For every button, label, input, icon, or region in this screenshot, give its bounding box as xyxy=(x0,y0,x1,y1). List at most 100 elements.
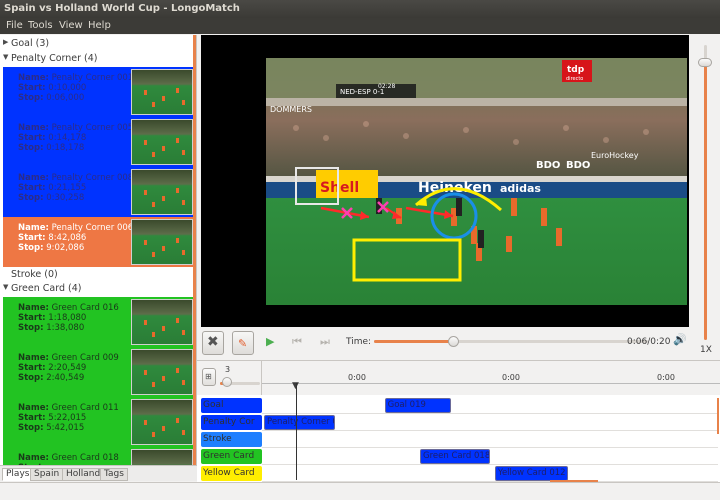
timeline-zoom-knob[interactable] xyxy=(222,377,232,387)
play-item[interactable]: Name: Penalty Corner 005 Start: 0:14,178 S… xyxy=(3,117,194,167)
playback-rate-knob[interactable] xyxy=(698,58,712,67)
play-item[interactable]: Name: Penalty Corner 006 Start: 8:42,086 S… xyxy=(3,217,194,267)
play-field-value: Penalty Corner 008 xyxy=(51,173,134,183)
menu-file[interactable]: File xyxy=(6,20,23,31)
play-details: Name: Green Card 018Start: Stop: xyxy=(18,453,119,465)
play-field-label: Stop: xyxy=(18,323,44,333)
tick-label: 0:00 xyxy=(348,373,366,382)
plays-tree[interactable]: ▶ Goal (3) ▼ Penalty Corner (4) Name: Pe… xyxy=(0,35,197,465)
timeline-playhead[interactable] xyxy=(296,383,297,480)
timeline-event[interactable]: Yellow Card 012 xyxy=(494,466,568,481)
expander-expanded-icon[interactable]: ▼ xyxy=(3,53,8,61)
play-field: Name: Green Card 011 xyxy=(18,403,119,413)
play-field-label: Stop: xyxy=(18,373,44,383)
svg-text:DOMMERS: DOMMERS xyxy=(270,105,312,114)
category-row-green-card[interactable]: ▼ Green Card (4) xyxy=(0,282,195,297)
timeline-category-label[interactable]: Goal xyxy=(201,398,262,413)
playlist-scroll-indicator[interactable] xyxy=(193,35,196,465)
fit-timeline-button[interactable]: ⊞ xyxy=(202,368,216,386)
play-details: Name: Penalty Corner 006 Start: 8:42,086 S… xyxy=(18,223,133,253)
play-field: Start: 8:42,086 xyxy=(18,233,133,243)
play-thumbnail xyxy=(131,69,193,115)
play-field-value: 1:38,080 xyxy=(46,323,85,333)
close-button[interactable]: ✖ xyxy=(202,331,224,355)
menu-tools[interactable]: Tools xyxy=(28,20,53,31)
play-field-label: Stop: xyxy=(18,243,44,253)
menu-help[interactable]: Help xyxy=(88,20,111,31)
play-item[interactable]: Name: Green Card 009 Start: 2:20,549 Stop:… xyxy=(3,347,194,397)
play-item[interactable]: Name: Green Card 016 Start: 1:18,080 Stop:… xyxy=(3,297,194,347)
volume-icon[interactable]: 🔊 xyxy=(673,334,687,345)
drawing-tool-button[interactable]: ✎ xyxy=(232,331,254,355)
timeline-ruler[interactable] xyxy=(262,361,720,395)
svg-text:BDO: BDO xyxy=(536,160,560,171)
video-frame[interactable]: Heineken adidas BDO BDO EuroHockey DOMME… xyxy=(266,58,687,305)
tick-label: 0:00 xyxy=(657,373,675,382)
timeline-category-label[interactable]: Stroke xyxy=(201,432,262,447)
next-icon[interactable]: ⏭ xyxy=(320,336,330,347)
window-titlebar: Spain vs Holland World Cup - LongoMatch xyxy=(0,0,720,18)
play-field: Stop: 2:40,549 xyxy=(18,373,119,383)
timeline-category-label[interactable]: Penalty Cor xyxy=(201,415,262,430)
play-thumbnail xyxy=(131,169,193,215)
timeline-event[interactable]: Goal 019 xyxy=(384,398,452,413)
play-field: Start: 5:22,015 xyxy=(18,413,119,423)
play-field-value: 9:02,086 xyxy=(46,243,85,253)
app-window: Spain vs Holland World Cup - LongoMatch … xyxy=(0,0,720,500)
category-row-goal[interactable]: ▶ Goal (3) xyxy=(0,37,195,52)
time-label: Time: xyxy=(346,337,372,347)
status-bar xyxy=(0,482,720,500)
tab-spain[interactable]: Spain xyxy=(30,468,64,481)
timeline-event[interactable]: Penalty Corner 006 xyxy=(264,415,335,430)
timeline-scroll-indicator[interactable] xyxy=(717,398,719,434)
play-field-value: 0:30,258 xyxy=(46,193,85,203)
menu-view[interactable]: View xyxy=(59,20,83,31)
tab-holland[interactable]: Holland xyxy=(62,468,105,481)
play-field-label: Name: xyxy=(18,353,49,363)
playback-rate-fill xyxy=(704,63,707,340)
play-field-label: Start: xyxy=(18,83,46,93)
play-field: Name: Green Card 009 xyxy=(18,353,119,363)
timeline-track[interactable] xyxy=(262,465,718,482)
play-field-value: 0:21,155 xyxy=(48,183,87,193)
play-field-label: Start: xyxy=(18,363,46,373)
seek-bar-fill xyxy=(374,340,453,343)
play-item[interactable]: Name: Penalty Corner 008 Start: 0:21,155 S… xyxy=(3,167,194,217)
tab-plays[interactable]: Plays xyxy=(2,468,34,481)
play-item[interactable]: Name: Green Card 011 Start: 5:22,015 Stop:… xyxy=(3,397,194,447)
category-label: Penalty Corner (4) xyxy=(11,53,98,64)
category-row-penalty-corner[interactable]: ▼ Penalty Corner (4) xyxy=(0,52,195,67)
play-field-value: 1:18,080 xyxy=(48,313,87,323)
play-item[interactable]: Name: Penalty Corner 001 Start: 0:10,000 S… xyxy=(3,67,194,117)
play-field: Name: Green Card 018 xyxy=(18,453,119,463)
play-icon[interactable]: ▶ xyxy=(266,336,274,347)
category-label: Stroke (0) xyxy=(11,269,58,280)
play-field: Start: 0:14,178 xyxy=(18,133,133,143)
play-details: Name: Green Card 011 Start: 5:22,015 Stop:… xyxy=(18,403,119,433)
play-details: Name: Penalty Corner 001 Start: 0:10,000 S… xyxy=(18,73,133,103)
play-thumbnail xyxy=(131,219,193,265)
play-thumbnail xyxy=(131,349,193,395)
tab-tags[interactable]: Tags xyxy=(100,468,128,481)
play-field: Stop: 1:38,080 xyxy=(18,323,119,333)
play-field-label: Name: xyxy=(18,123,49,133)
expander-expanded-icon[interactable]: ▼ xyxy=(3,283,8,291)
play-thumbnail xyxy=(131,119,193,165)
timeline-event[interactable]: Green Card 018 xyxy=(420,449,490,464)
timeline-category-label[interactable]: Green Card xyxy=(201,449,262,464)
previous-icon[interactable]: ⏮ xyxy=(292,336,302,347)
category-row-stroke[interactable]: Stroke (0) xyxy=(0,268,195,283)
timeline-track[interactable] xyxy=(262,397,718,414)
timeline-category-label[interactable]: Yellow Card xyxy=(201,466,262,481)
play-field: Name: Green Card 016 xyxy=(18,303,119,313)
play-field-value: Penalty Corner 005 xyxy=(51,123,134,133)
timeline-track[interactable] xyxy=(262,448,718,465)
play-item[interactable]: Name: Green Card 018Start: Stop: xyxy=(3,447,194,465)
seek-bar-knob[interactable] xyxy=(448,336,459,347)
play-field: Start: 0:21,155 xyxy=(18,183,133,193)
play-field: Name: Penalty Corner 001 xyxy=(18,73,133,83)
timeline-track[interactable] xyxy=(262,431,718,448)
expander-collapsed-icon[interactable]: ▶ xyxy=(3,38,8,46)
play-field-label: Start: xyxy=(18,233,46,243)
play-field-label: Stop: xyxy=(18,193,44,203)
